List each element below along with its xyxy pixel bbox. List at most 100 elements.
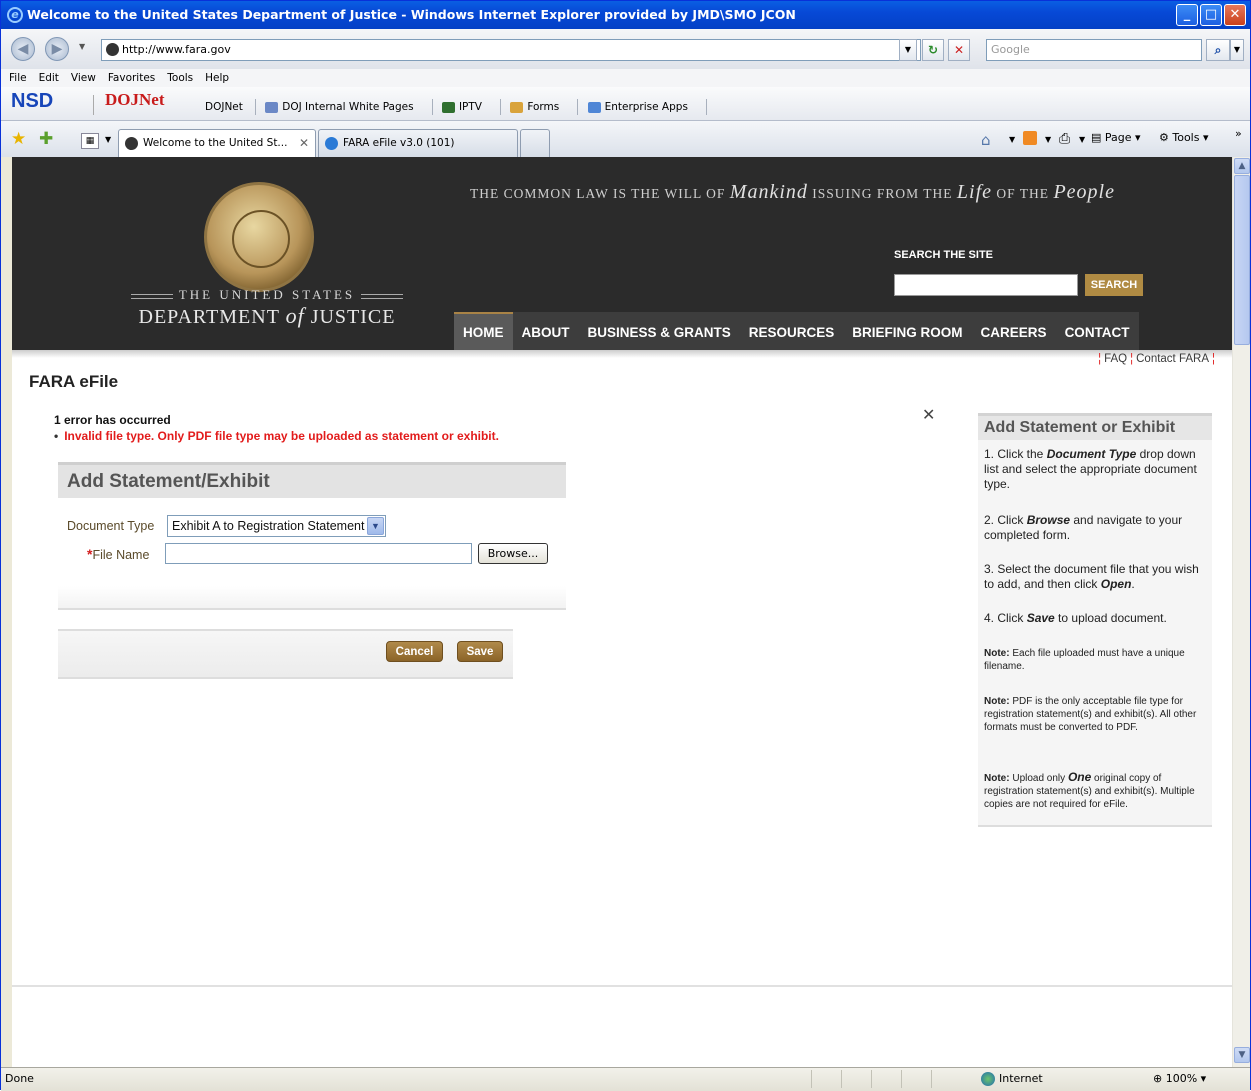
- help-text: 3. Select the document file that you wis…: [984, 562, 1199, 591]
- menu-edit[interactable]: Edit: [39, 72, 59, 84]
- title-bar[interactable]: e Welcome to the United States Departmen…: [1, 1, 1250, 29]
- dismiss-error-icon[interactable]: ✕: [922, 405, 935, 424]
- menu-file[interactable]: File: [9, 72, 27, 84]
- help-emphasis: Document Type: [1046, 447, 1137, 461]
- nav-about[interactable]: ABOUT: [513, 314, 579, 352]
- dojnet-logo[interactable]: DOJNet: [105, 90, 164, 110]
- nav-careers[interactable]: CAREERS: [972, 314, 1056, 352]
- scroll-thumb[interactable]: [1234, 175, 1250, 345]
- fav-link-white-pages[interactable]: DOJ Internal White Pages: [265, 101, 419, 113]
- help-emphasis: Save: [1026, 611, 1055, 625]
- close-window-button[interactable]: ✕: [1224, 4, 1246, 26]
- menu-view[interactable]: View: [71, 72, 96, 84]
- main-nav: HOME ABOUT BUSINESS & GRANTS RESOURCES BRIEF…: [454, 312, 1139, 352]
- scroll-down-icon[interactable]: ▼: [1234, 1047, 1250, 1063]
- minimize-button[interactable]: _: [1176, 4, 1198, 26]
- refresh-icon[interactable]: ↻: [922, 39, 944, 61]
- history-dropdown-icon[interactable]: ▼: [79, 42, 85, 51]
- status-cell: [871, 1070, 901, 1088]
- zoom-level[interactable]: ⊕ 100% ▾: [1153, 1068, 1206, 1090]
- doj-name-justice: JUSTICE: [310, 306, 396, 328]
- browse-button[interactable]: Browse...: [478, 543, 548, 564]
- faq-link[interactable]: FAQ: [1104, 353, 1127, 365]
- tools-menu[interactable]: ⚙ Tools ▾: [1159, 131, 1209, 144]
- motto-part: THE COMMON LAW IS THE WILL OF: [470, 186, 726, 201]
- zoom-icon: ⊕: [1153, 1072, 1163, 1085]
- file-name-label-wrap: *File Name: [87, 546, 149, 562]
- search-options-icon[interactable]: ▼: [1230, 39, 1244, 61]
- motto-script: Mankind: [729, 181, 808, 203]
- status-cell: [841, 1070, 871, 1088]
- print-icon[interactable]: ⎙: [1059, 131, 1070, 147]
- feeds-dropdown-icon[interactable]: ▼: [1045, 135, 1051, 144]
- nav-home[interactable]: HOME: [454, 312, 513, 352]
- nsd-logo[interactable]: NSD: [11, 90, 53, 113]
- folder-icon: [510, 101, 524, 113]
- help-heading: Add Statement or Exhibit: [978, 413, 1212, 440]
- site-favicon-icon: [106, 43, 119, 56]
- favorites-star-icon[interactable]: ★: [11, 129, 26, 149]
- contact-fara-link[interactable]: Contact FARA: [1136, 353, 1209, 365]
- search-input[interactable]: Google: [986, 39, 1202, 61]
- cancel-button[interactable]: Cancel: [386, 641, 443, 662]
- site-search-input[interactable]: [894, 274, 1078, 296]
- vertical-scrollbar[interactable]: ▲ ▼: [1232, 157, 1250, 1067]
- document-type-select[interactable]: Exhibit A to Registration Statement ▼: [167, 515, 386, 537]
- url-input[interactable]: http://www.fara.gov: [101, 39, 921, 61]
- chevron-more-icon[interactable]: »: [1235, 127, 1242, 140]
- search-placeholder: Google: [991, 43, 1030, 56]
- window-icon: [587, 101, 601, 113]
- tab-doj[interactable]: Welcome to the United St... ✕: [118, 129, 316, 157]
- fav-link-dojnet[interactable]: DOJNet: [205, 101, 243, 113]
- home-icon[interactable]: ⌂: [981, 131, 991, 149]
- stop-icon[interactable]: ✕: [948, 39, 970, 61]
- help-note-1: Note: Each file uploaded must have a uni…: [984, 647, 1210, 673]
- scroll-up-icon[interactable]: ▲: [1234, 158, 1250, 174]
- file-name-input[interactable]: [165, 543, 472, 564]
- window-title: Welcome to the United States Department …: [27, 7, 796, 22]
- forward-button[interactable]: ▶: [45, 37, 69, 61]
- fav-link-enterprise-apps[interactable]: Enterprise Apps: [587, 101, 694, 113]
- url-text: http://www.fara.gov: [122, 43, 231, 56]
- add-favorites-icon[interactable]: ✚: [39, 129, 53, 149]
- globe-icon: [981, 1072, 995, 1086]
- feeds-icon[interactable]: [1023, 131, 1037, 145]
- doj-seal-logo[interactable]: [204, 182, 314, 292]
- save-button[interactable]: Save: [457, 641, 503, 662]
- fav-link-iptv[interactable]: IPTV: [441, 101, 488, 113]
- help-emphasis: Browse: [1026, 513, 1071, 527]
- page-menu[interactable]: ▤ Page ▾: [1091, 131, 1141, 144]
- back-button[interactable]: ◀: [11, 37, 35, 61]
- nav-resources[interactable]: RESOURCES: [740, 314, 844, 352]
- nav-business-grants[interactable]: BUSINESS & GRANTS: [579, 314, 740, 352]
- menu-help[interactable]: Help: [205, 72, 229, 84]
- nav-contact[interactable]: CONTACT: [1056, 314, 1139, 352]
- zone-label: Internet: [999, 1072, 1043, 1085]
- security-zone[interactable]: Internet: [981, 1068, 1043, 1090]
- search-icon[interactable]: ⌕: [1206, 39, 1230, 61]
- tab-fara-efile[interactable]: FARA eFile v3.0 (101): [318, 129, 518, 157]
- close-tab-icon[interactable]: ✕: [299, 130, 309, 156]
- doj-name-line1: THE UNITED STATES: [102, 287, 432, 303]
- home-dropdown-icon[interactable]: ▼: [1009, 135, 1015, 144]
- fav-link-forms[interactable]: Forms: [510, 101, 565, 113]
- address-dropdown-icon[interactable]: ▼: [899, 39, 917, 61]
- menu-tools[interactable]: Tools: [167, 72, 193, 84]
- tab-label: FARA eFile v3.0 (101): [343, 137, 455, 149]
- help-text: .: [1131, 577, 1135, 591]
- page-content: THE UNITED STATES DEPARTMENT of JUSTICE …: [12, 157, 1232, 1067]
- quick-tabs-icon[interactable]: ▦: [81, 133, 99, 149]
- note-label: Note:: [984, 696, 1010, 707]
- site-search-button[interactable]: SEARCH: [1085, 274, 1143, 296]
- print-dropdown-icon[interactable]: ▼: [1079, 135, 1085, 144]
- divider: [93, 95, 94, 115]
- maximize-button[interactable]: □: [1200, 4, 1222, 26]
- menu-favorites[interactable]: Favorites: [108, 72, 155, 84]
- tab-bar: ★ ✚ ▦ ▼ Welcome to the United St... ✕ FA…: [1, 121, 1250, 157]
- new-tab-button[interactable]: [520, 129, 550, 157]
- help-text: 4. Click: [984, 611, 1027, 625]
- status-cell: [901, 1070, 931, 1088]
- nav-briefing-room[interactable]: BRIEFING ROOM: [843, 314, 971, 352]
- chevron-down-icon[interactable]: ▼: [367, 517, 384, 535]
- tab-list-icon[interactable]: ▼: [105, 135, 111, 144]
